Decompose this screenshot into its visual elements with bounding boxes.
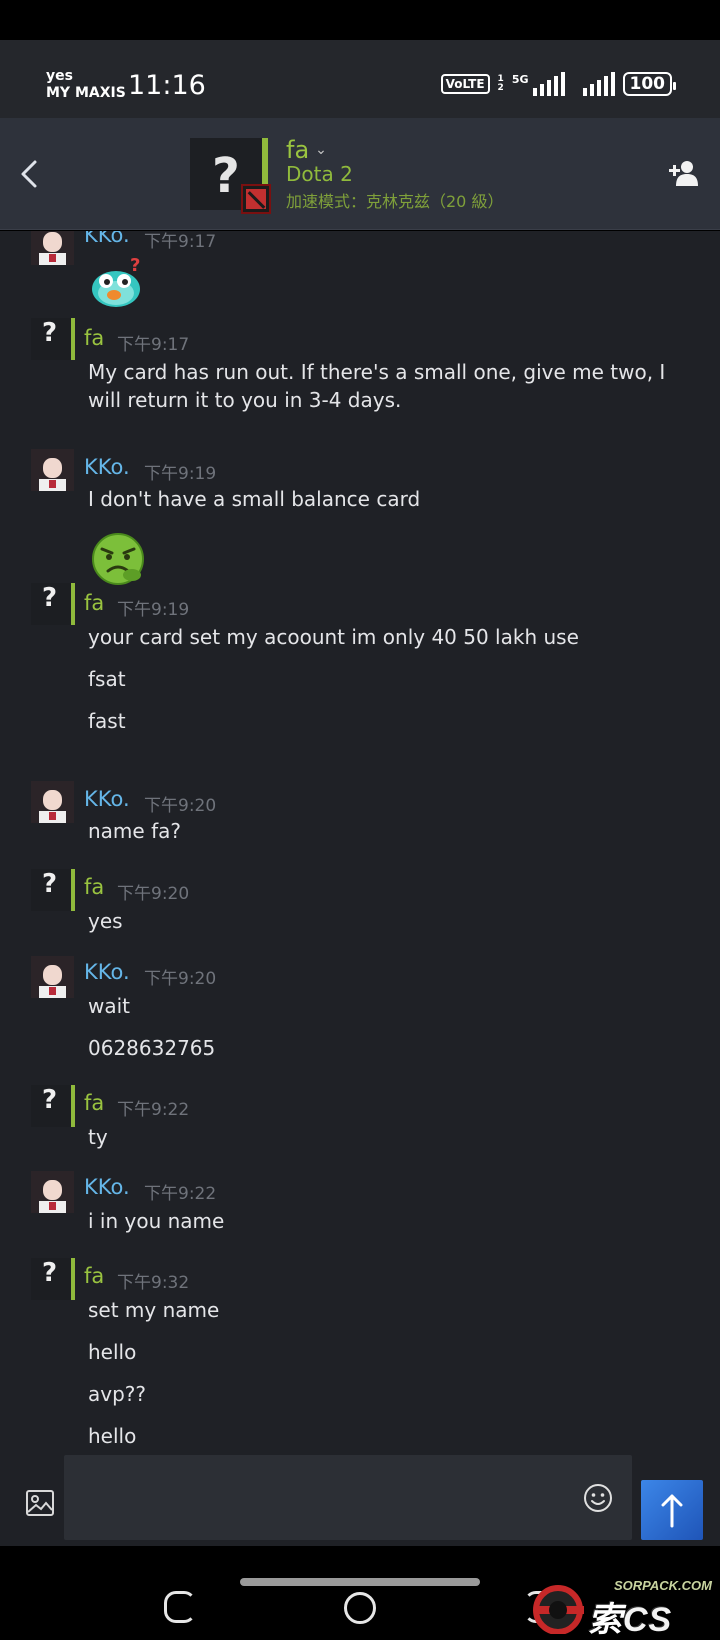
message-text: I don't have a small balance card [88, 487, 421, 511]
signal-icon-2 [582, 72, 615, 96]
contact-name-dropdown[interactable]: fa ⌄ [286, 136, 327, 164]
unknown-avatar-icon: ? [42, 583, 58, 613]
send-button[interactable] [641, 1480, 703, 1540]
bird-sticker-icon: ? [92, 257, 140, 307]
status-icons: VoLTE 1 2 5G 100 [440, 72, 676, 96]
clock: 11:16 [128, 70, 206, 101]
avatar[interactable]: ? [31, 583, 75, 625]
signal-icon [532, 72, 565, 96]
message-text: set my name [88, 1298, 220, 1322]
sender-name[interactable]: KKo. [84, 231, 130, 247]
dota-game-icon [241, 184, 271, 214]
watermark-emblem-icon [533, 1585, 584, 1634]
message-text: i in you name [88, 1209, 225, 1233]
smiley-icon [584, 1484, 612, 1512]
sender-name[interactable]: KKo. [84, 960, 130, 984]
timestamp: 下午9:17 [117, 335, 190, 355]
message-text: ty [88, 1125, 108, 1149]
avatar[interactable] [31, 449, 74, 491]
unknown-avatar-icon: ? [42, 1085, 58, 1115]
message-text: your card set my acoount im only 40 50 l… [88, 625, 579, 649]
message-composer [0, 1455, 720, 1546]
sender-name[interactable]: KKo. [84, 455, 130, 479]
emoji-button[interactable] [583, 1483, 613, 1513]
message-text: hello [88, 1340, 137, 1364]
timestamp: 下午9:20 [144, 796, 217, 816]
timestamp: 下午9:32 [117, 1273, 190, 1293]
timestamp: 下午9:17 [144, 232, 217, 252]
game-mode: 加速模式：克林克兹（20 級） [286, 192, 504, 211]
message-text: yes [88, 909, 123, 933]
carrier-name: MY MAXIS [46, 85, 126, 101]
sender-name[interactable]: KKo. [84, 787, 130, 811]
unknown-avatar-icon: ? [42, 1258, 58, 1288]
camera-cutout-bar [0, 0, 720, 40]
sim-bottom: 2 [497, 83, 504, 93]
avatar[interactable]: ? [31, 1085, 75, 1127]
add-friend-button[interactable] [668, 158, 698, 188]
message-text: avp?? [88, 1382, 147, 1406]
back-button[interactable] [18, 156, 44, 192]
sender-name[interactable]: KKo. [84, 1175, 130, 1199]
message-input[interactable] [64, 1455, 632, 1540]
watermark-site: SORPACK.COM [614, 1578, 712, 1593]
message-text: fast [88, 709, 126, 733]
image-icon [26, 1490, 54, 1516]
timestamp: 下午9:19 [117, 600, 190, 620]
sender-name[interactable]: fa [84, 326, 104, 350]
unknown-avatar-icon: ? [212, 148, 240, 204]
network-type: 5G [511, 72, 529, 86]
chevron-down-icon: ⌄ [315, 142, 327, 158]
sender-name[interactable]: fa [84, 1264, 104, 1288]
svg-text:?: ? [130, 257, 140, 276]
message-text: name fa? [88, 819, 181, 843]
watermark-brand-latin: CS [623, 1601, 673, 1639]
avatar[interactable] [31, 781, 74, 823]
message-list[interactable]: KKo. 下午9:17 ? ? fa 下午9:17 My card has ru… [0, 231, 720, 1455]
watermark-brand: 索CS [588, 1592, 672, 1640]
sender-name[interactable]: fa [84, 591, 104, 615]
avatar[interactable]: ? [31, 1258, 75, 1300]
unknown-avatar-icon: ? [42, 869, 58, 899]
message-text: 0628632765 [88, 1036, 216, 1060]
sim-indicator: 1 2 [498, 75, 504, 93]
contact-avatar[interactable]: ? [190, 138, 271, 214]
message-text: wait [88, 994, 131, 1018]
battery-icon: 100 [622, 72, 676, 96]
current-game: Dota 2 [286, 162, 353, 186]
system-navigation-bar: SORPACK.COM 索CS [0, 1546, 720, 1640]
carrier-line1: yes [46, 68, 73, 84]
message-text: fsat [88, 667, 126, 691]
avatar[interactable] [31, 956, 74, 998]
message-text: My card has run out. If there's a small … [88, 360, 666, 412]
gesture-pill[interactable] [240, 1578, 480, 1586]
avatar[interactable]: ? [31, 869, 75, 911]
arrow-up-icon [661, 1494, 683, 1528]
status-bar: yes MY MAXIS 11:16 VoLTE 1 2 5G 100 [0, 40, 720, 118]
avatar[interactable] [31, 231, 74, 265]
timestamp: 下午9:20 [117, 884, 190, 904]
timestamp: 下午9:22 [144, 1184, 217, 1204]
frog-sticker-icon [92, 533, 144, 585]
recent-apps-button[interactable] [164, 1591, 196, 1623]
attach-image-button[interactable] [25, 1488, 55, 1518]
contact-name: fa [286, 136, 310, 164]
avatar[interactable] [31, 1171, 74, 1213]
timestamp: 下午9:20 [144, 969, 217, 989]
carrier-label: yes MY MAXIS [46, 68, 126, 102]
watermark-logo: SORPACK.COM 索CS [528, 1576, 718, 1639]
timestamp: 下午9:22 [117, 1100, 190, 1120]
message-text: hello [88, 1424, 137, 1448]
avatar[interactable]: ? [31, 318, 75, 360]
timestamp: 下午9:19 [144, 464, 217, 484]
watermark-brand-cn: 索 [588, 1601, 623, 1639]
add-user-icon [669, 161, 698, 186]
sender-name[interactable]: fa [84, 875, 104, 899]
chat-header: ? fa ⌄ Dota 2 加速模式：克林克兹（20 級） [0, 118, 720, 230]
volte-badge: VoLTE [440, 74, 490, 94]
sender-name[interactable]: fa [84, 1091, 104, 1115]
home-button[interactable] [344, 1592, 376, 1624]
chevron-left-icon [21, 160, 37, 188]
unknown-avatar-icon: ? [42, 318, 58, 348]
